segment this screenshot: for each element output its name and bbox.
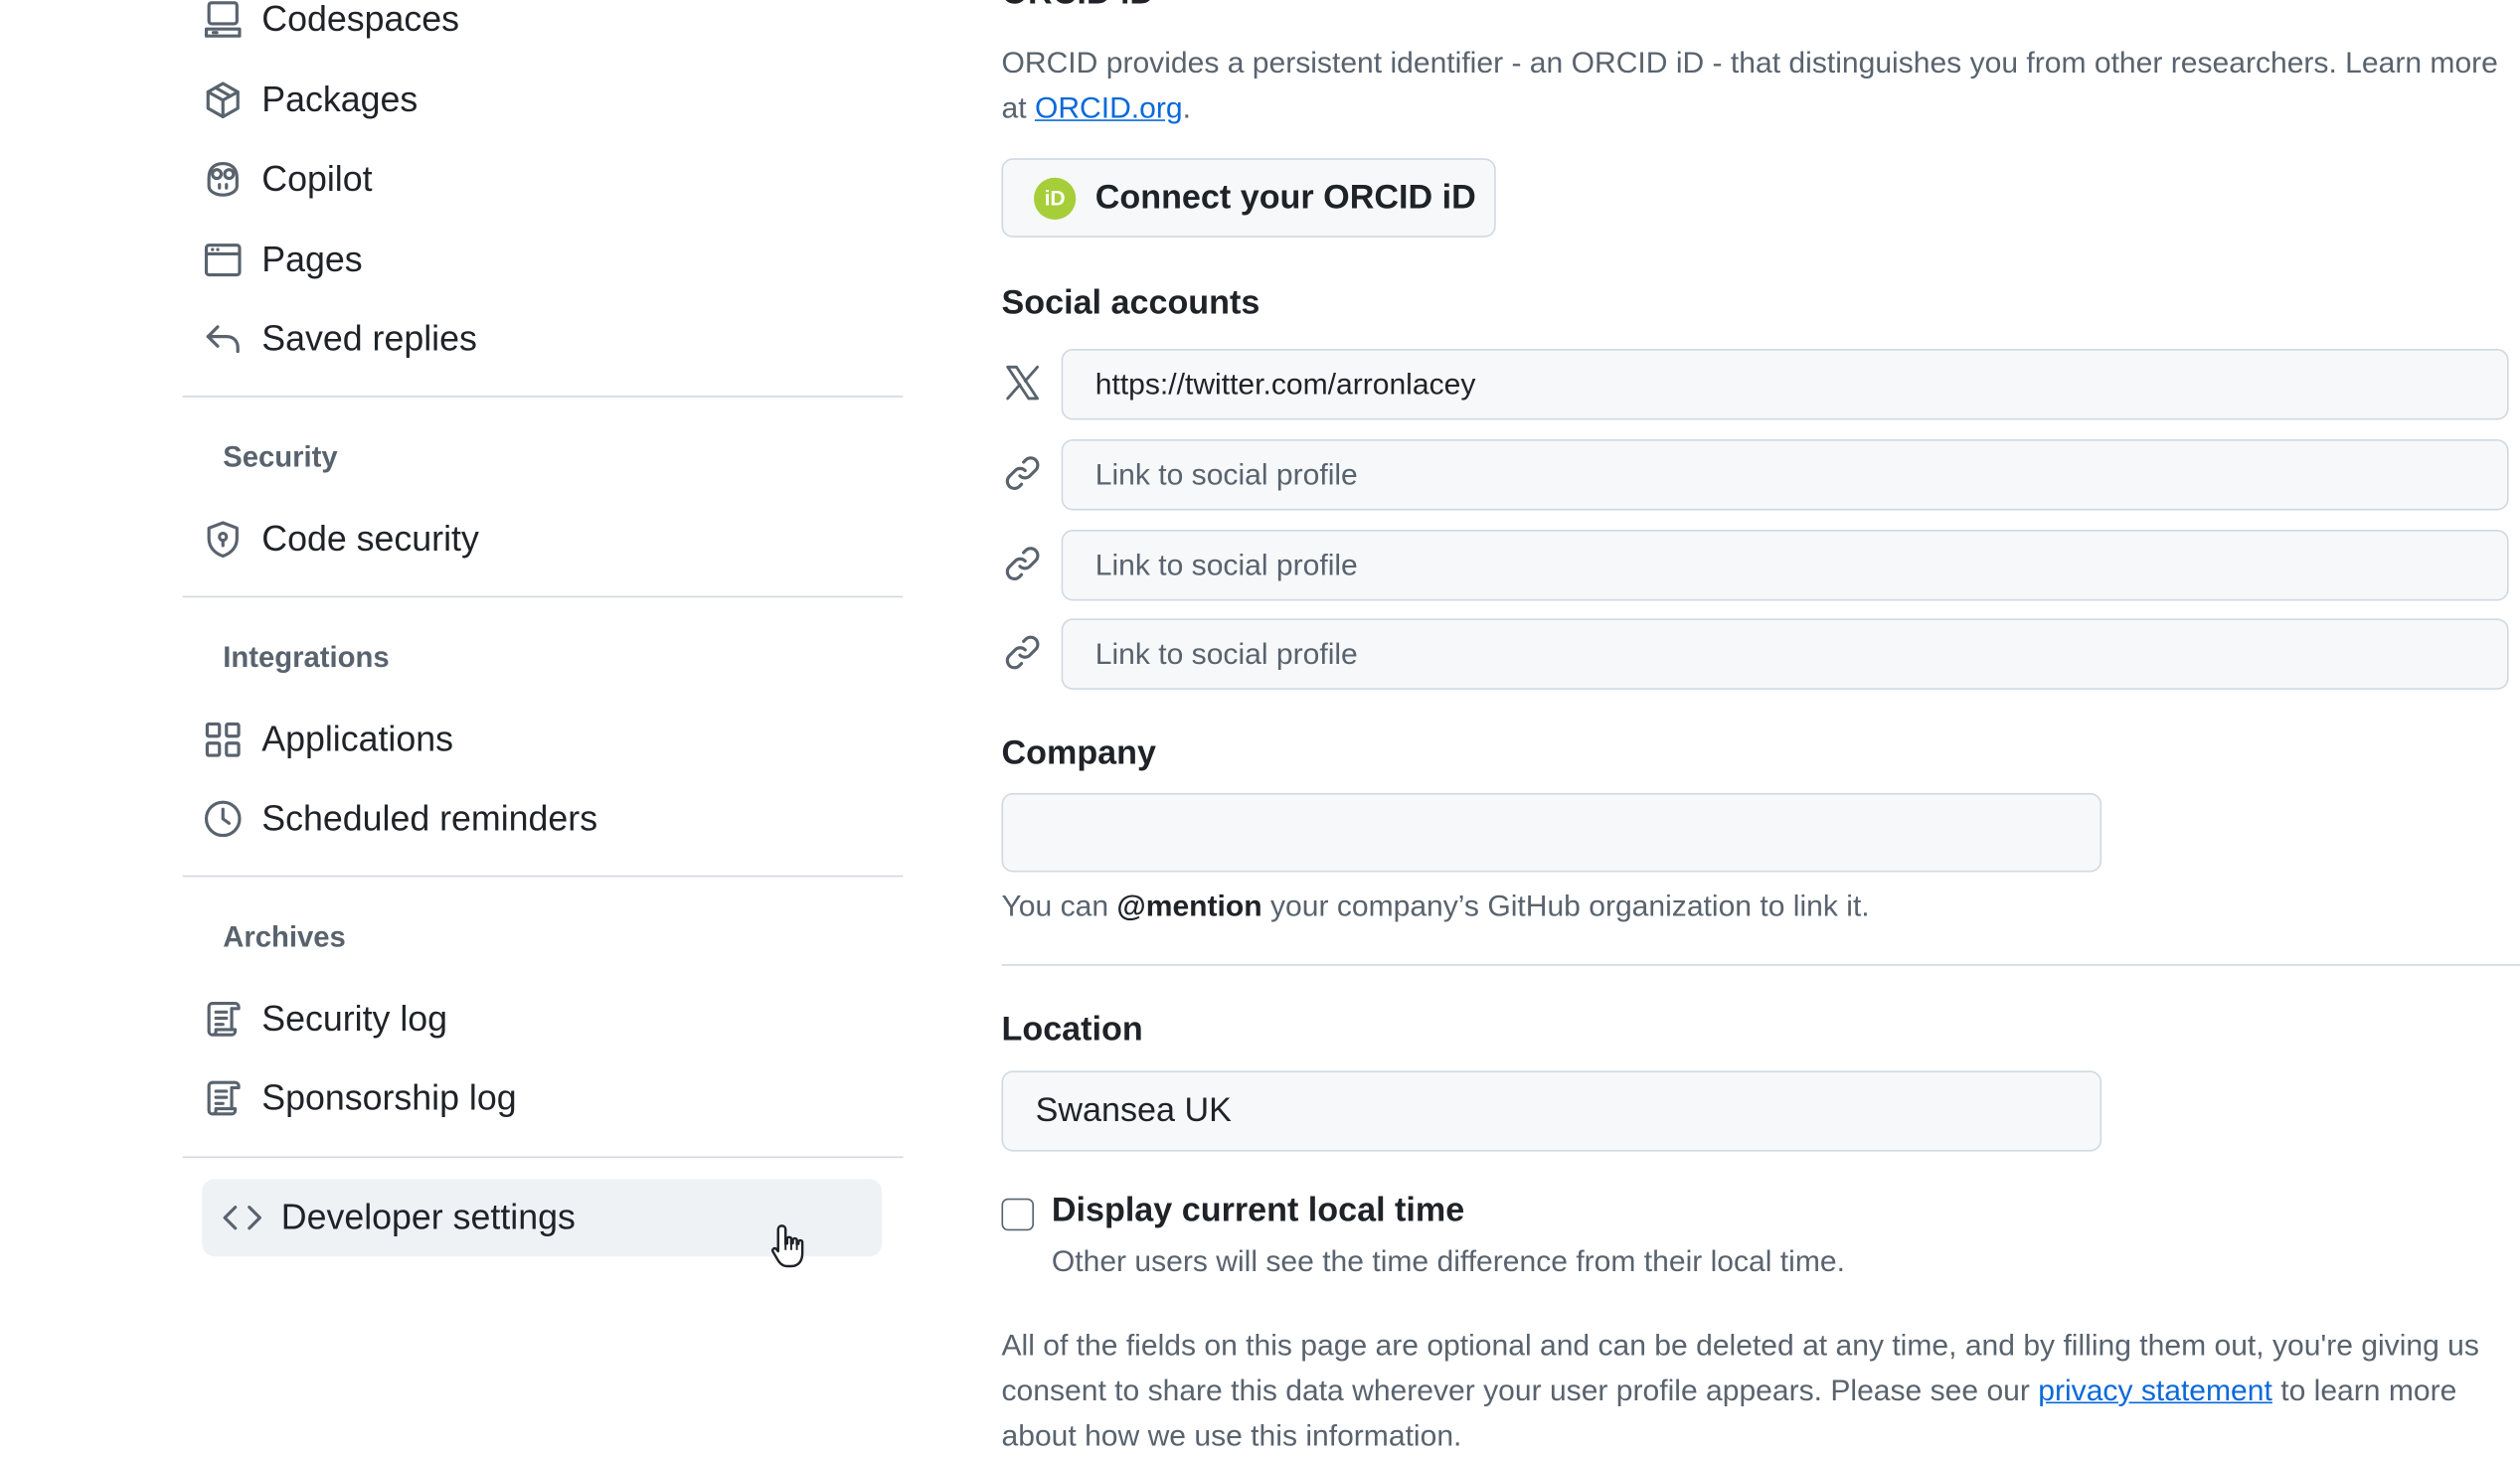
social-accounts-title: Social accounts bbox=[1002, 284, 1260, 323]
sidebar-item-saved-replies[interactable]: Saved replies bbox=[202, 307, 477, 372]
sidebar-item-label: Code security bbox=[261, 519, 479, 561]
social-account-row bbox=[1002, 439, 2511, 511]
sidebar-divider bbox=[183, 876, 904, 878]
hand-pointer-cursor-icon bbox=[769, 1221, 811, 1276]
code-icon bbox=[222, 1197, 263, 1238]
social-profile-input-4[interactable] bbox=[1062, 618, 2509, 690]
section-divider bbox=[1002, 964, 2520, 966]
orcid-description: ORCID provides a persistent identifier -… bbox=[1002, 41, 2520, 131]
sidebar-item-codespaces[interactable]: Codespaces bbox=[202, 0, 459, 52]
codespaces-icon bbox=[202, 0, 244, 41]
sidebar-item-pages[interactable]: Pages bbox=[202, 228, 363, 292]
sidebar-item-label: Scheduled reminders bbox=[261, 798, 597, 840]
sidebar-item-applications[interactable]: Applications bbox=[202, 708, 453, 772]
company-help-prefix: You can bbox=[1002, 889, 1117, 922]
copilot-icon bbox=[202, 158, 244, 200]
location-input[interactable] bbox=[1002, 1070, 2102, 1151]
package-icon bbox=[202, 80, 244, 121]
sidebar-divider bbox=[183, 596, 904, 598]
privacy-statement-link[interactable]: privacy statement bbox=[2038, 1373, 2272, 1406]
sidebar-item-label: Pages bbox=[261, 240, 362, 281]
settings-page: Codespaces Packages Copilot Pages Saved … bbox=[0, 0, 2520, 1454]
x-twitter-icon bbox=[1002, 362, 1044, 404]
connect-orcid-label: Connect your ORCID iD bbox=[1095, 179, 1476, 218]
social-account-row bbox=[1002, 349, 2511, 420]
sidebar-item-code-security[interactable]: Code security bbox=[202, 507, 479, 571]
company-help-mention: @mention bbox=[1116, 889, 1261, 922]
orcid-title: ORCID iD bbox=[1002, 0, 1155, 13]
sidebar-divider bbox=[183, 396, 904, 398]
social-account-row bbox=[1002, 618, 2511, 690]
sidebar-group-security: Security bbox=[223, 441, 337, 475]
local-time-help: Other users will see the time difference… bbox=[1052, 1243, 1845, 1279]
social-profile-input-2[interactable] bbox=[1062, 439, 2509, 511]
orcid-logo-icon: iD bbox=[1034, 177, 1076, 219]
social-account-row bbox=[1002, 530, 2511, 601]
link-icon bbox=[1002, 543, 1044, 584]
sidebar-group-integrations: Integrations bbox=[223, 641, 389, 675]
browser-icon bbox=[202, 240, 244, 281]
orcid-link[interactable]: ORCID.org bbox=[1035, 90, 1183, 124]
sidebar-item-sponsorship-log[interactable]: Sponsorship log bbox=[202, 1066, 517, 1131]
company-help-suffix: your company’s GitHub organization to li… bbox=[1262, 889, 1870, 922]
clock-icon bbox=[202, 798, 244, 840]
company-input[interactable] bbox=[1002, 793, 2102, 873]
sidebar-item-copilot[interactable]: Copilot bbox=[202, 147, 372, 212]
sidebar-item-label: Codespaces bbox=[261, 0, 459, 41]
sidebar-divider bbox=[183, 1157, 904, 1159]
log-icon bbox=[202, 1077, 244, 1119]
log-icon bbox=[202, 998, 244, 1040]
reply-icon bbox=[202, 318, 244, 360]
sidebar-item-scheduled-reminders[interactable]: Scheduled reminders bbox=[202, 786, 597, 851]
sidebar-item-security-log[interactable]: Security log bbox=[202, 987, 447, 1052]
sidebar-item-label: Applications bbox=[261, 719, 453, 760]
location-title: Location bbox=[1002, 1011, 1143, 1050]
sidebar-item-label: Developer settings bbox=[281, 1197, 576, 1238]
sidebar-item-label: Copilot bbox=[261, 158, 372, 200]
shield-lock-icon bbox=[202, 519, 244, 561]
orcid-description-text: ORCID provides a persistent identifier -… bbox=[1002, 46, 2498, 125]
link-icon bbox=[1002, 452, 1044, 494]
apps-icon bbox=[202, 719, 244, 760]
sidebar-item-label: Packages bbox=[261, 80, 418, 121]
connect-orcid-button[interactable]: iD Connect your ORCID iD bbox=[1002, 158, 1496, 238]
company-help: You can @mention your company’s GitHub o… bbox=[1002, 884, 1870, 929]
social-profile-input-3[interactable] bbox=[1062, 530, 2509, 601]
sidebar-item-label: Saved replies bbox=[261, 318, 477, 360]
sidebar-group-archives: Archives bbox=[223, 920, 346, 954]
company-title: Company bbox=[1002, 734, 1156, 773]
local-time-label[interactable]: Display current local time bbox=[1052, 1192, 1464, 1230]
optional-fields-notice: All of the fields on this page are optio… bbox=[1002, 1323, 2520, 1458]
sidebar-item-packages[interactable]: Packages bbox=[202, 68, 418, 132]
link-icon bbox=[1002, 631, 1044, 673]
local-time-checkbox[interactable] bbox=[1002, 1199, 1035, 1231]
sidebar-item-label: Sponsorship log bbox=[261, 1077, 516, 1119]
social-profile-input-1[interactable] bbox=[1062, 349, 2509, 420]
orcid-description-period: . bbox=[1183, 90, 1191, 124]
sidebar-item-label: Security log bbox=[261, 998, 447, 1040]
